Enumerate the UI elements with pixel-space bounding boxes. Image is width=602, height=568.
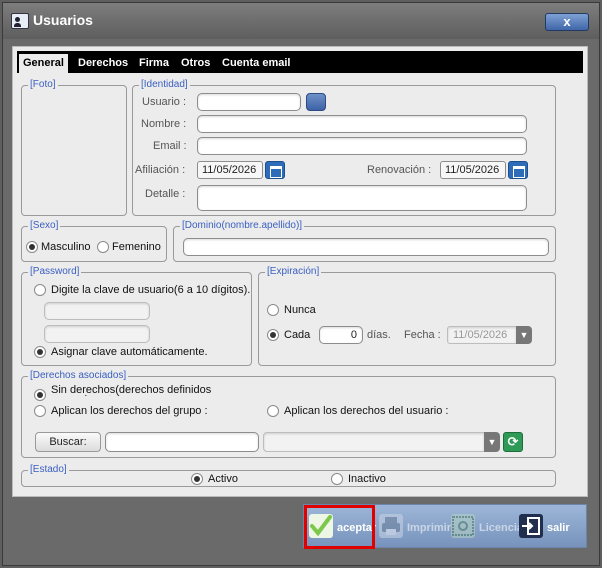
nombre-label: Nombre :: [141, 118, 187, 130]
masculino-label: Masculino: [41, 241, 91, 253]
salir-button[interactable]: salir: [516, 509, 582, 545]
expiracion-group: [Expiración]: [258, 266, 556, 366]
sexo-legend: [Sexo]: [28, 220, 61, 232]
chevron-down-icon[interactable]: ▼: [484, 432, 500, 452]
buscar-button[interactable]: Buscar:: [35, 432, 101, 452]
password-manual-label: Digite la clave de usuario(6 a 10 dígito…: [51, 284, 251, 296]
window-title: Usuarios: [33, 12, 93, 28]
tab-cuenta-email[interactable]: Cuenta email: [218, 54, 294, 73]
check-icon: [309, 514, 333, 538]
password-auto-label: Asignar clave automáticamente.: [51, 346, 208, 358]
renovacion-input[interactable]: 11/05/2026: [440, 161, 506, 179]
activo-label: Activo: [208, 473, 238, 485]
nombre-input[interactable]: [197, 115, 527, 133]
derechos-combo[interactable]: [263, 432, 485, 452]
inactivo-label: Inactivo: [348, 473, 386, 485]
derechos-usuario-label: Aplican los derechos del usuario :: [284, 405, 449, 417]
estado-legend: [Estado]: [28, 464, 69, 476]
detalle-label: Detalle :: [145, 188, 186, 200]
certificate-icon: [451, 514, 475, 538]
tab-firma[interactable]: Firma: [135, 54, 173, 73]
imprimir-button[interactable]: Imprimir: [376, 509, 451, 545]
nunca-label: Nunca: [284, 304, 316, 316]
detalle-input[interactable]: [197, 185, 527, 211]
femenino-label: Femenino: [112, 241, 161, 253]
imprimir-label: Imprimir: [407, 522, 452, 534]
password-legend: [Password]: [28, 266, 82, 278]
aceptar-label: aceptar: [337, 522, 377, 534]
foto-group: [Foto]: [21, 79, 127, 216]
masculino-radio[interactable]: [26, 241, 38, 253]
user-icon: [11, 13, 29, 29]
dias-input[interactable]: 0: [319, 326, 363, 344]
dominio-legend: [Dominio(nombre.apellido)]: [180, 220, 305, 232]
close-button[interactable]: x: [545, 13, 589, 31]
expiracion-legend: [Expiración]: [265, 266, 322, 278]
title-bar[interactable]: Usuarios x: [3, 3, 599, 39]
identidad-legend: [Identidad]: [139, 79, 190, 91]
action-bar: aceptar Imprimir Licencia salir: [303, 504, 587, 548]
exit-icon: [519, 514, 543, 538]
password-input[interactable]: [44, 302, 150, 320]
password-manual-radio[interactable]: [34, 284, 46, 296]
sin-derechos-radio[interactable]: [34, 389, 46, 401]
afiliacion-label: Afiliación :: [135, 164, 186, 176]
foto-legend: [Foto]: [28, 79, 58, 91]
derechos-legend: [Derechos asociados]: [28, 370, 129, 382]
usuario-input[interactable]: [197, 93, 301, 111]
derechos-grupo-label: Aplican los derechos del grupo :: [51, 405, 208, 417]
afiliacion-input[interactable]: 11/05/2026: [197, 161, 263, 179]
derechos-usuario-radio[interactable]: [267, 405, 279, 417]
sin-derechos-label: Sin derechos(derechos definidos manualme…: [51, 385, 212, 396]
usuario-lookup-button[interactable]: [306, 93, 326, 111]
licencia-button[interactable]: Licencia: [448, 509, 523, 545]
usuario-label: Usuario :: [142, 96, 187, 108]
buscar-input[interactable]: [105, 432, 259, 452]
derechos-grupo-radio[interactable]: [34, 405, 46, 417]
tab-general[interactable]: General: [19, 54, 68, 73]
email-label: Email :: [153, 140, 187, 152]
tab-bar: General Derechos Firma Otros Cuenta emai…: [17, 51, 583, 73]
inactivo-radio[interactable]: [331, 473, 343, 485]
printer-icon: [379, 514, 403, 538]
main-panel: General Derechos Firma Otros Cuenta emai…: [12, 46, 588, 497]
estado-group: [Estado]: [21, 464, 556, 487]
activo-radio[interactable]: [191, 473, 203, 485]
fecha-label: Fecha :: [404, 329, 441, 341]
refresh-icon[interactable]: ⟳: [503, 432, 523, 452]
aceptar-button[interactable]: aceptar: [306, 509, 376, 545]
femenino-radio[interactable]: [97, 241, 109, 253]
calendar-icon[interactable]: [265, 161, 285, 179]
nunca-radio[interactable]: [267, 304, 279, 316]
tab-otros[interactable]: Otros: [177, 54, 214, 73]
tab-derechos[interactable]: Derechos: [74, 54, 132, 73]
dominio-input[interactable]: [183, 238, 549, 256]
password-auto-radio[interactable]: [34, 346, 46, 358]
fecha-select[interactable]: 11/05/2026: [447, 326, 517, 344]
password-confirm-input[interactable]: [44, 325, 150, 343]
dias-label: días.: [367, 329, 391, 341]
email-input[interactable]: [197, 137, 527, 155]
renovacion-label: Renovación :: [367, 164, 432, 176]
salir-label: salir: [547, 522, 570, 534]
chevron-down-icon[interactable]: ▼: [516, 326, 532, 344]
cada-label: Cada: [284, 329, 311, 341]
calendar-icon[interactable]: [508, 161, 528, 179]
cada-radio[interactable]: [267, 329, 279, 341]
